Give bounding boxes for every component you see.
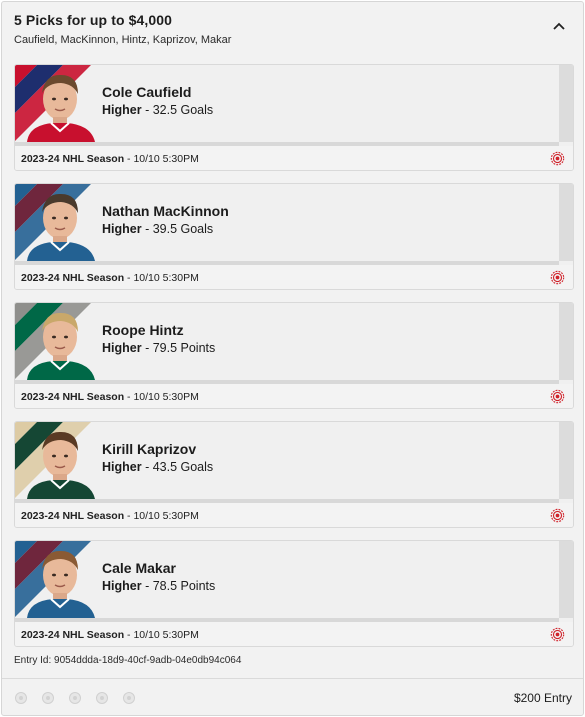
pick-stat-line: - 43.5 Goals: [141, 460, 214, 474]
pick-direction: Higher: [102, 460, 142, 474]
season-label: 2023-24 NHL Season: [21, 629, 125, 641]
game-time: - 10/10 5:30PM: [124, 272, 199, 284]
player-name: Cale Makar: [102, 560, 176, 576]
pick-direction: Higher: [102, 579, 142, 593]
pick-card-footer: 2023-24 NHL Season - 10/10 5:30PM: [15, 503, 573, 527]
entry-panel: 5 Picks for up to $4,000 Caufield, MacKi…: [1, 1, 584, 716]
game-info: 2023-24 NHL Season - 10/10 5:30PM: [21, 272, 199, 284]
pick-card[interactable]: Roope Hintz Higher - 79.5 Points 2023-24…: [14, 302, 574, 409]
player-headshot: [15, 184, 97, 261]
pick-dot: [42, 692, 54, 704]
pick-card-footer: 2023-24 NHL Season - 10/10 5:30PM: [15, 384, 573, 408]
pick-direction: Higher: [102, 103, 142, 117]
pick-card[interactable]: Cale Makar Higher - 78.5 Points 2023-24 …: [14, 540, 574, 647]
live-target-icon[interactable]: [550, 270, 565, 285]
player-name: Cole Caufield: [102, 84, 192, 100]
player-headshot: [15, 65, 97, 142]
season-label: 2023-24 NHL Season: [21, 272, 125, 284]
season-label: 2023-24 NHL Season: [21, 153, 125, 165]
game-info: 2023-24 NHL Season - 10/10 5:30PM: [21, 629, 199, 641]
player-headshot: [15, 541, 97, 618]
pick-dot: [15, 692, 27, 704]
entry-footer: $200 Entry: [2, 678, 583, 716]
card-scroll-strip: [559, 541, 573, 618]
game-info: 2023-24 NHL Season - 10/10 5:30PM: [21, 391, 199, 403]
game-time: - 10/10 5:30PM: [124, 391, 199, 403]
pick-stat-line: - 39.5 Goals: [141, 222, 214, 236]
game-info: 2023-24 NHL Season - 10/10 5:30PM: [21, 510, 199, 522]
entry-title: 5 Picks for up to $4,000: [14, 12, 173, 28]
pick-projection: Higher - 78.5 Points: [102, 579, 215, 593]
pick-card-footer: 2023-24 NHL Season - 10/10 5:30PM: [15, 146, 573, 170]
player-name: Nathan MacKinnon: [102, 203, 229, 219]
entry-players-summary: Caufield, MacKinnon, Hintz, Kaprizov, Ma…: [14, 34, 232, 46]
pick-projection: Higher - 39.5 Goals: [102, 222, 213, 236]
pick-projection: Higher - 32.5 Goals: [102, 103, 213, 117]
game-info: 2023-24 NHL Season - 10/10 5:30PM: [21, 153, 199, 165]
pick-projection: Higher - 79.5 Points: [102, 341, 215, 355]
pick-stat-line: - 78.5 Points: [141, 579, 216, 593]
live-target-icon[interactable]: [550, 627, 565, 642]
pick-stat-line: - 79.5 Points: [141, 341, 216, 355]
pick-dot: [123, 692, 135, 704]
pick-direction: Higher: [102, 222, 142, 236]
pick-direction: Higher: [102, 341, 142, 355]
player-headshot: [15, 303, 97, 380]
live-target-icon[interactable]: [550, 389, 565, 404]
season-label: 2023-24 NHL Season: [21, 391, 125, 403]
card-scroll-strip: [559, 65, 573, 142]
entry-amount: $200 Entry: [513, 691, 572, 705]
player-name: Roope Hintz: [102, 322, 184, 338]
live-target-icon[interactable]: [550, 151, 565, 166]
season-label: 2023-24 NHL Season: [21, 510, 125, 522]
card-scroll-strip: [559, 422, 573, 499]
game-time: - 10/10 5:30PM: [124, 153, 199, 165]
entry-id: Entry Id: 9054ddda-18d9-40cf-9adb-04e0db…: [14, 655, 242, 666]
pick-dot: [69, 692, 81, 704]
pick-card[interactable]: Cole Caufield Higher - 32.5 Goals 2023-2…: [14, 64, 574, 171]
pick-card-footer: 2023-24 NHL Season - 10/10 5:30PM: [15, 265, 573, 289]
pick-dot: [96, 692, 108, 704]
pick-projection: Higher - 43.5 Goals: [102, 460, 213, 474]
player-headshot: [15, 422, 97, 499]
game-time: - 10/10 5:30PM: [124, 629, 199, 641]
game-time: - 10/10 5:30PM: [124, 510, 199, 522]
pick-stat-line: - 32.5 Goals: [141, 103, 214, 117]
live-target-icon[interactable]: [550, 508, 565, 523]
chevron-up-icon[interactable]: [551, 20, 567, 32]
player-name: Kirill Kaprizov: [102, 441, 197, 457]
entry-header[interactable]: 5 Picks for up to $4,000 Caufield, MacKi…: [14, 12, 571, 52]
pick-card[interactable]: Kirill Kaprizov Higher - 43.5 Goals 2023…: [14, 421, 574, 528]
pick-card-footer: 2023-24 NHL Season - 10/10 5:30PM: [15, 622, 573, 646]
pick-card[interactable]: Nathan MacKinnon Higher - 39.5 Goals 202…: [14, 183, 574, 290]
card-scroll-strip: [559, 184, 573, 261]
card-scroll-strip: [559, 303, 573, 380]
